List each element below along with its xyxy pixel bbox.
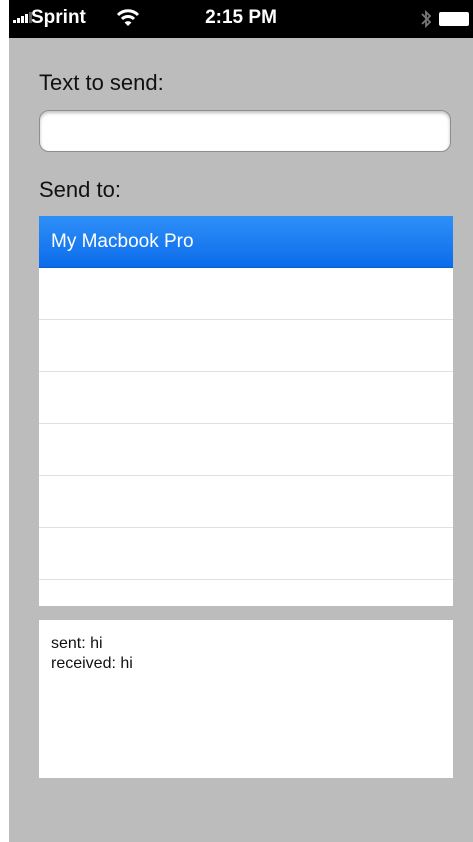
device-row[interactable] (39, 372, 453, 424)
status-time: 2:15 PM (205, 7, 277, 28)
device-row[interactable] (39, 320, 453, 372)
device-row[interactable] (39, 476, 453, 528)
message-log: sent: hi received: hi (39, 620, 453, 778)
text-to-send-label: Text to send: (39, 70, 164, 95)
battery-icon (439, 12, 469, 26)
device-row[interactable] (39, 528, 453, 580)
device-row[interactable] (39, 268, 453, 320)
device-list[interactable]: My Macbook Pro (39, 216, 453, 606)
send-to-label: Send to: (39, 177, 121, 202)
device-row[interactable] (39, 424, 453, 476)
device-row[interactable] (39, 580, 453, 606)
text-to-send-input[interactable] (39, 110, 451, 152)
app-screen: Sprint 2:15 PM Text to send: Send to: My… (9, 0, 473, 842)
device-row-selected[interactable]: My Macbook Pro (39, 216, 453, 268)
bluetooth-icon (421, 9, 432, 29)
status-bar: Sprint 2:15 PM (9, 0, 473, 38)
log-line: received: hi (51, 655, 133, 672)
log-line: sent: hi (51, 635, 103, 652)
